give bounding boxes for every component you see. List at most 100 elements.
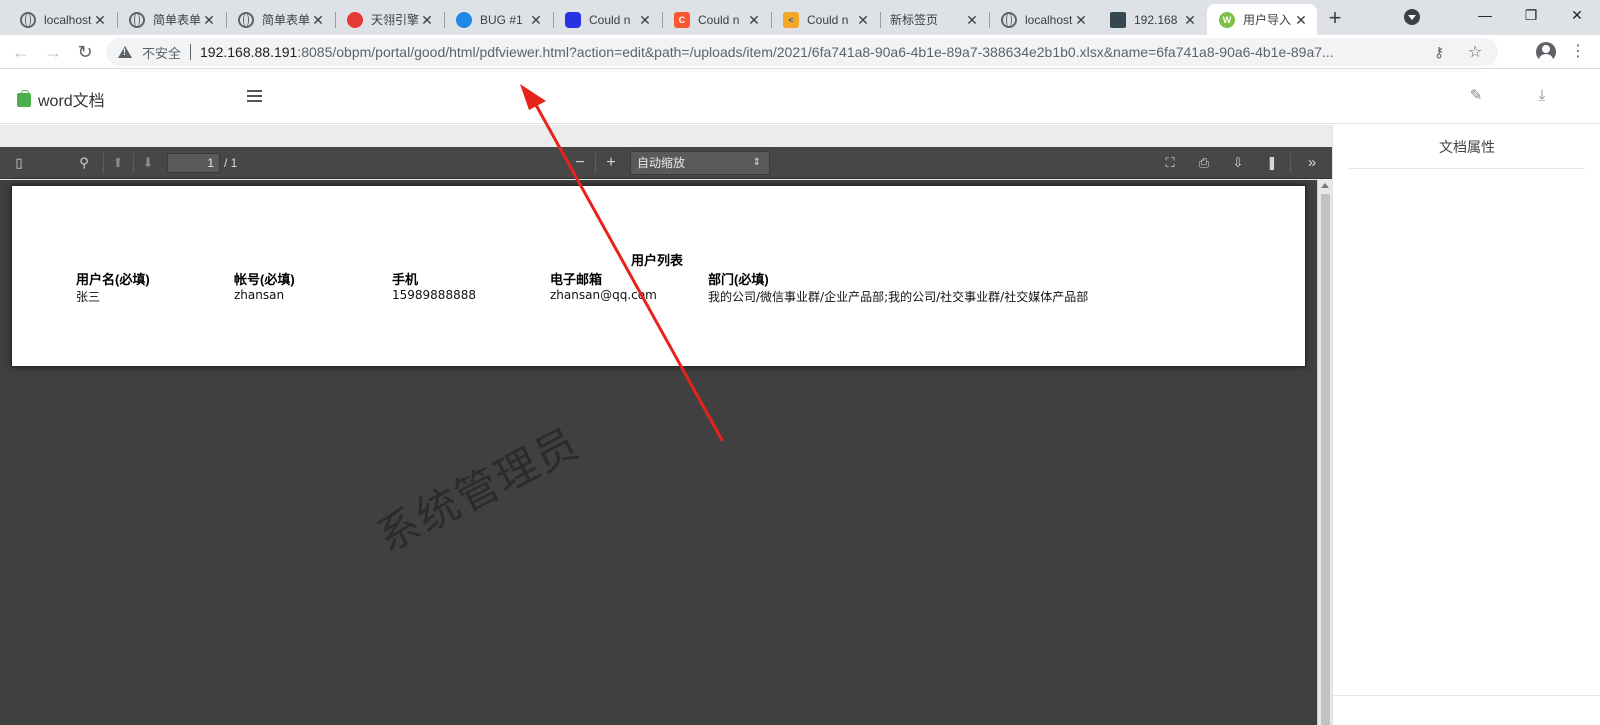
bookmark-icon[interactable]: ❚ [1262,153,1282,173]
pdf-page: 用户列表 用户名(必填) 帐号(必填) 手机 电子邮箱 部门(必填) 张三 zh… [11,185,1306,367]
tab-title: 天翎引擎 [371,13,419,27]
key-icon[interactable]: ⚷ [1434,44,1444,61]
panel-title: 文档属性 [1439,139,1495,155]
tab-tianling[interactable]: 天翎引擎 ✕ [335,4,443,35]
tab-title: 简单表单 [153,13,201,27]
page-number-input[interactable]: 1 [167,153,220,173]
divider [103,153,104,173]
table-cell: 我的公司/微信事业群/企业产品部;我的公司/社交事业群/社交媒体产品部 [708,290,1089,304]
forward-icon[interactable]: → [40,39,66,65]
star-icon[interactable]: ☆ [1468,42,1482,62]
zoom-out-icon[interactable]: − [570,153,590,173]
tab-new-tab-page[interactable]: 新标签页 ✕ [880,4,988,35]
tab-title: 简单表单 [262,13,310,27]
hamburger-menu-icon[interactable] [247,90,262,102]
back-icon[interactable]: ← [8,39,34,65]
tab-ip-address[interactable]: 192.168 ✕ [1098,4,1206,35]
url-host: 192.168.88.191 [200,44,298,60]
document-title: 用户列表 [631,253,684,268]
presentation-mode-icon[interactable]: ⛶ [1160,153,1180,173]
previous-page-icon[interactable]: ⬆ [108,153,128,173]
tools-menu-icon[interactable]: » [1302,153,1322,173]
tab-title: Could n [589,12,631,27]
close-icon[interactable]: ✕ [92,12,108,28]
table-cell: 张三 [76,290,101,304]
tab-title: localhost [1025,12,1073,27]
print-icon[interactable]: ⎙ [1194,153,1214,173]
globe-icon [238,11,254,28]
warning-icon[interactable] [118,46,132,58]
tab-simple-form-2[interactable]: 简单表单 ✕ [226,4,334,35]
tab-could-not-3[interactable]: < Could n ✕ [771,4,879,35]
page-count: / 1 [224,156,238,170]
divider [133,153,134,173]
zoom-in-icon[interactable]: + [601,153,621,173]
close-icon[interactable]: ✕ [637,12,653,28]
table-cell: zhansan [234,288,285,302]
download-icon[interactable]: ⤓ [1533,87,1551,105]
close-icon[interactable]: ✕ [201,12,217,28]
restore-icon[interactable]: ❐ [1508,0,1554,32]
browser-window: localhost ✕ 简单表单 ✕ 简单表单 ✕ 天翎引擎 ✕ BUG #1 … [0,0,1600,725]
tab-localhost-1[interactable]: localhost ✕ [8,4,116,35]
column-header: 帐号(必填) [234,272,295,287]
close-icon[interactable]: ✕ [310,12,326,28]
baidu-paw-icon [565,11,581,28]
column-header: 手机 [392,272,419,287]
globe-icon [1001,11,1017,28]
window-close-icon[interactable]: ✕ [1554,0,1600,32]
pdf-canvas-area[interactable]: 用户列表 用户名(必填) 帐号(必填) 手机 电子邮箱 部门(必填) 张三 zh… [0,180,1332,725]
tab-title: 新标签页 [890,13,939,27]
divider [190,44,192,60]
app-header: word文档 ✎ ⤓ [0,70,1600,124]
tab-user-import[interactable]: W 用户导入 ✕ [1207,4,1317,35]
close-icon[interactable]: ✕ [1182,12,1198,28]
tab-simple-form-1[interactable]: 简单表单 ✕ [117,4,225,35]
tab-search-icon[interactable] [1404,9,1420,25]
close-icon[interactable]: ✕ [1073,12,1089,28]
close-icon[interactable]: ✕ [1293,12,1309,28]
close-icon[interactable]: ✕ [746,12,762,28]
close-icon[interactable]: ✕ [964,12,980,28]
sidebar-toggle-icon[interactable]: ▯ [9,153,29,173]
divider [1333,695,1600,696]
close-icon[interactable]: ✕ [419,12,435,28]
globe-icon [129,11,145,28]
csdn-c-icon: C [674,11,690,28]
scroll-up-icon[interactable] [1321,183,1329,188]
browser-toolbar: ← → ↻ 不安全 192.168.88.191 :8085/obpm/port… [0,35,1600,69]
vertical-scrollbar[interactable] [1317,180,1332,725]
table-cell: 15989888888 [392,288,476,302]
profile-avatar-icon[interactable] [1536,42,1556,62]
column-header: 部门(必填) [708,272,769,287]
zoom-scale-select[interactable]: 自动缩放 [630,151,770,175]
column-header: 用户名(必填) [76,272,150,287]
url-path: :8085/obpm/portal/good/html/pdfviewer.ht… [297,44,1334,60]
tab-title: 用户导入 [1243,13,1292,27]
tab-could-not-2[interactable]: C Could n ✕ [662,4,770,35]
next-page-icon[interactable]: ⬇ [138,153,158,173]
tab-title: Could n [698,12,740,27]
minimize-icon[interactable]: — [1462,0,1508,32]
tab-could-not-1[interactable]: Could n ✕ [553,4,661,35]
globe-icon [20,11,36,28]
menu-kebab-icon[interactable]: ⋮ [1570,41,1586,61]
tab-title: 192.168 [1134,12,1178,27]
address-bar[interactable]: 不安全 192.168.88.191 :8085/obpm/portal/goo… [106,38,1498,66]
k-bracket-icon: < [783,11,799,28]
app-title: word文档 [38,93,105,110]
divider [595,153,596,173]
save-download-icon[interactable]: ⇩ [1228,153,1248,173]
close-icon[interactable]: ✕ [528,12,544,28]
tab-localhost-2[interactable]: localhost ✕ [989,4,1097,35]
reload-icon[interactable]: ↻ [72,39,98,65]
new-tab-button[interactable]: + [1322,6,1348,32]
table-cell: zhansan@qq.com [550,288,657,302]
scrollbar-thumb[interactable] [1321,194,1330,725]
divider [1290,153,1291,173]
find-icon[interactable]: ⚲ [74,153,94,173]
close-icon[interactable]: ✕ [855,12,871,28]
insecure-label[interactable]: 不安全 [142,43,181,62]
edit-pencil-icon[interactable]: ✎ [1467,87,1485,105]
tab-bug[interactable]: BUG #1 ✕ [444,4,552,35]
